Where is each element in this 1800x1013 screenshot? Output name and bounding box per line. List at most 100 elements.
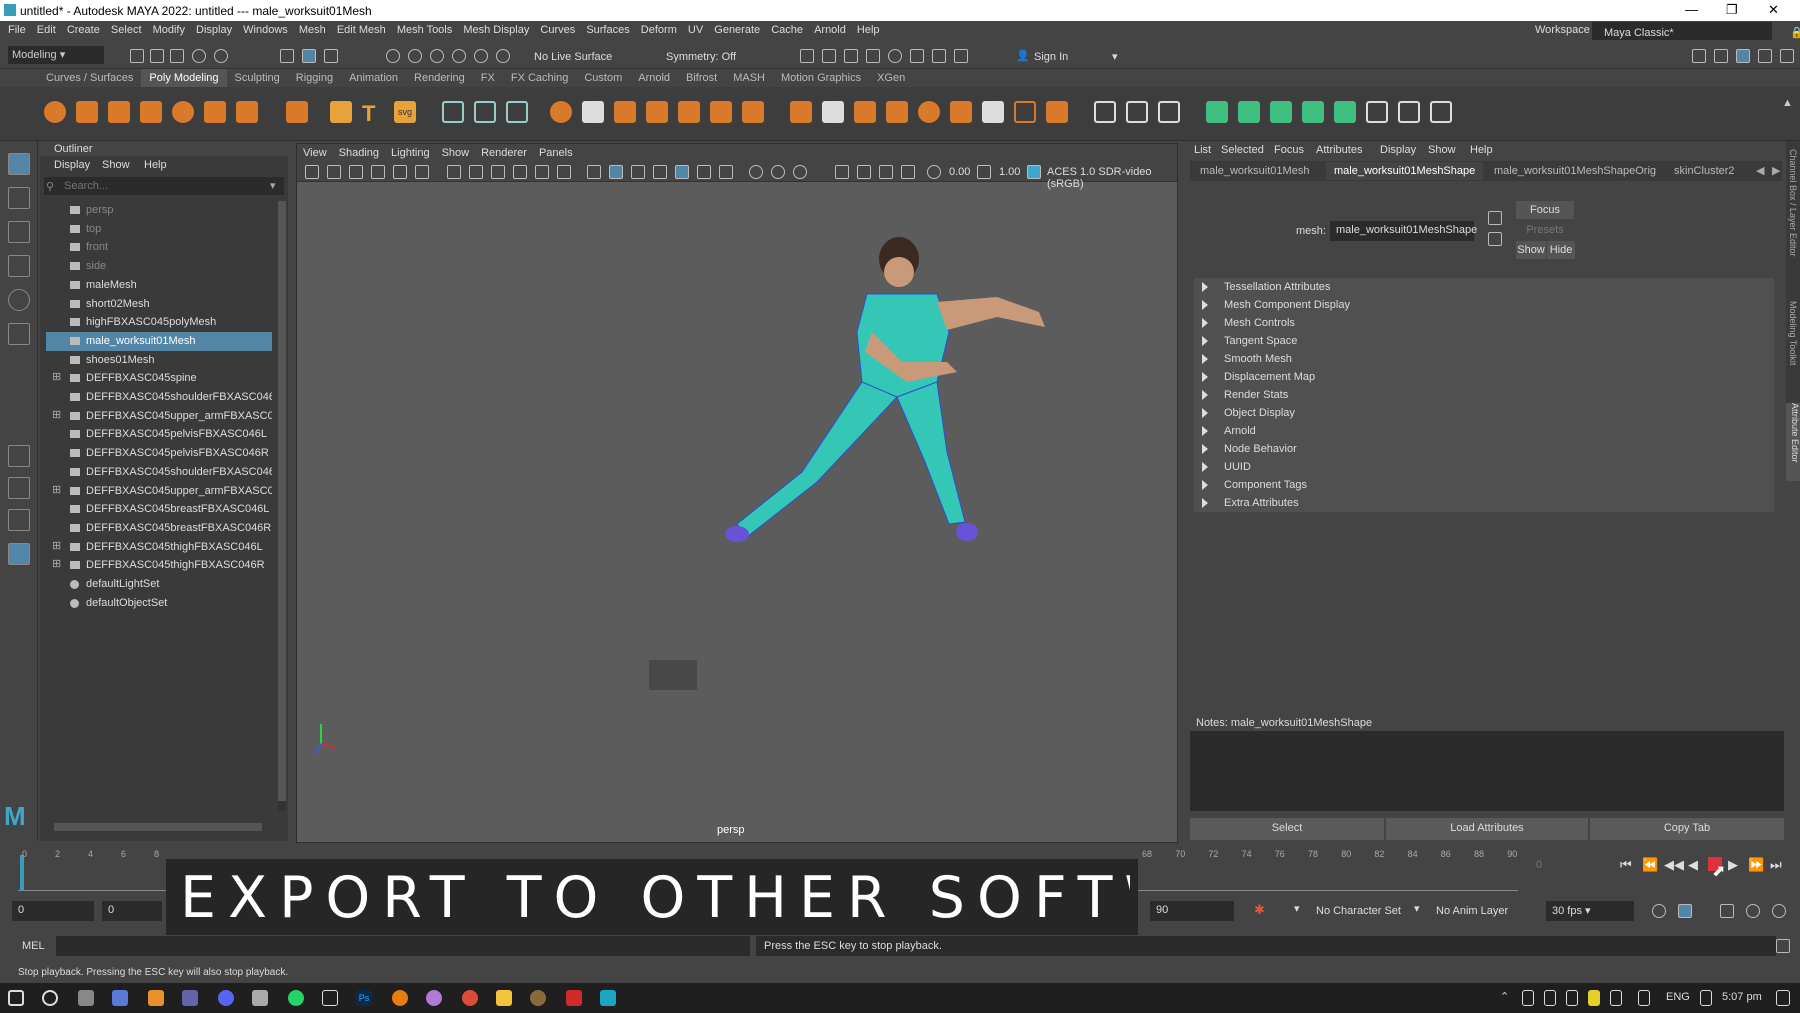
animation-prefs-icon[interactable] bbox=[1746, 904, 1760, 918]
anim-layer-dropdown-icon[interactable]: ▾ bbox=[1414, 902, 1420, 915]
outliner-item[interactable]: ⊞ DEFFBXASC045upper_armFBXASC046L bbox=[46, 407, 272, 426]
sculpting-tools-icon[interactable] bbox=[1714, 49, 1728, 63]
color-management-icon[interactable] bbox=[1027, 165, 1041, 179]
side-tab-channel-box[interactable]: Channel Box / Layer Editor bbox=[1788, 149, 1798, 257]
tab-scroll-right-icon[interactable]: ▶ bbox=[1772, 164, 1780, 177]
quad-draw-icon[interactable] bbox=[474, 101, 496, 123]
shelf-scroll-icon[interactable]: ▲ bbox=[1782, 97, 1793, 109]
poly-cube-icon[interactable] bbox=[76, 101, 98, 123]
outliner-item[interactable]: male_worksuit01Mesh bbox=[46, 331, 272, 351]
render-sequence-icon[interactable] bbox=[822, 49, 836, 63]
menu-generate[interactable]: Generate bbox=[706, 21, 760, 36]
modeling-toolkit-icon[interactable] bbox=[1692, 49, 1706, 63]
xray-joints-icon[interactable] bbox=[879, 165, 893, 179]
workspace-dropdown[interactable]: Maya Classic* bbox=[1592, 22, 1772, 40]
outliner-item[interactable]: ⊞ DEFFBXASC045spine bbox=[46, 369, 272, 388]
select-hierarchy-icon[interactable] bbox=[280, 49, 294, 63]
pause-render-icon[interactable] bbox=[954, 49, 968, 63]
character-set-dropdown[interactable]: No Character Set bbox=[1316, 905, 1401, 917]
outliner-item[interactable]: ⊞ DEFFBXASC045upper_armFBXASC046R bbox=[46, 482, 272, 501]
viewport-panel[interactable]: View Shading Lighting Show Renderer Panels 0.… bbox=[296, 143, 1178, 843]
outliner-item[interactable]: top bbox=[46, 220, 272, 239]
ae-section-header[interactable]: UUID bbox=[1194, 458, 1774, 476]
tool-settings-icon[interactable] bbox=[1758, 49, 1772, 63]
outliner-item[interactable]: maleMesh bbox=[46, 276, 272, 295]
append-icon[interactable] bbox=[918, 101, 940, 123]
outliner-item[interactable]: front bbox=[46, 238, 272, 257]
go-to-start-icon[interactable]: ⏮ bbox=[1620, 857, 1632, 873]
ae-tab-mesh-shape[interactable]: male_worksuit01MeshShape bbox=[1326, 162, 1484, 180]
outliner-item[interactable]: DEFFBXASC045breastFBXASC046R bbox=[46, 519, 272, 538]
wireframe-icon[interactable] bbox=[587, 165, 601, 179]
grease-pencil-icon[interactable] bbox=[415, 165, 429, 179]
expand-icon[interactable]: ⊞ bbox=[52, 539, 61, 552]
ambient-occlusion-icon[interactable] bbox=[749, 165, 763, 179]
shelf-tab-curves-surfaces[interactable]: Curves / Surfaces bbox=[38, 69, 141, 87]
outliner-item[interactable]: persp bbox=[46, 201, 272, 220]
focus-button[interactable]: Focus bbox=[1516, 201, 1574, 219]
menu-display[interactable]: Display bbox=[188, 21, 232, 36]
poly-cylinder-icon[interactable] bbox=[108, 101, 130, 123]
ae-section-header[interactable]: Component Tags bbox=[1194, 476, 1774, 494]
camera-attributes-icon[interactable] bbox=[327, 165, 341, 179]
taskbar-app-icon[interactable] bbox=[252, 990, 268, 1006]
input-connection-icon[interactable] bbox=[1488, 211, 1502, 225]
gamma-value[interactable]: 1.00 bbox=[999, 166, 1020, 178]
step-forward-frame-icon[interactable]: ▶ bbox=[1728, 857, 1738, 873]
menu-create[interactable]: Create bbox=[59, 21, 100, 36]
go-to-end-icon[interactable]: ⏭ bbox=[1770, 857, 1782, 873]
select-object-icon[interactable] bbox=[302, 49, 316, 63]
shelf-tab-arnold[interactable]: Arnold bbox=[630, 69, 678, 87]
undo-icon[interactable] bbox=[192, 49, 206, 63]
channel-box-toggle-icon[interactable] bbox=[1780, 49, 1794, 63]
outliner-item[interactable]: DEFFBXASC045shoulderFBXASC046R bbox=[46, 463, 272, 482]
expand-icon[interactable]: ⊞ bbox=[52, 557, 61, 570]
attribute-editor-toggle-icon[interactable] bbox=[1736, 49, 1750, 63]
poly-disc-icon[interactable] bbox=[236, 101, 258, 123]
auto-map-icon[interactable] bbox=[1334, 101, 1356, 123]
ipr-render-icon[interactable] bbox=[844, 49, 858, 63]
expand-icon[interactable]: ⊞ bbox=[52, 370, 61, 383]
super-shape-icon[interactable] bbox=[330, 101, 352, 123]
menu-edit-mesh[interactable]: Edit Mesh bbox=[329, 21, 386, 36]
platonic-solid-icon[interactable] bbox=[286, 101, 308, 123]
microphone-icon[interactable] bbox=[1544, 990, 1556, 1006]
wedge-icon[interactable] bbox=[982, 101, 1004, 123]
ae-section-header[interactable]: Render Stats bbox=[1194, 386, 1774, 404]
shelf-tab-animation[interactable]: Animation bbox=[341, 69, 406, 87]
textured-icon[interactable] bbox=[653, 165, 667, 179]
ae-tab-transform[interactable]: male_worksuit01Mesh bbox=[1194, 164, 1315, 178]
uv-editor-icon[interactable] bbox=[1206, 101, 1228, 123]
gamma-icon[interactable] bbox=[977, 165, 991, 179]
fps-dropdown[interactable]: 30 fps ▾ bbox=[1546, 901, 1634, 921]
tray-chevron-icon[interactable]: ⌃ bbox=[1500, 990, 1509, 1003]
poke-icon[interactable] bbox=[1014, 101, 1036, 123]
shadows-icon[interactable] bbox=[719, 165, 733, 179]
expand-icon[interactable]: ⊞ bbox=[52, 408, 61, 421]
mesh-name-field[interactable]: male_worksuit01MeshShape bbox=[1330, 221, 1477, 241]
sound-icon[interactable] bbox=[1720, 904, 1734, 918]
menu-arnold[interactable]: Arnold bbox=[806, 21, 846, 36]
outliner-search-input[interactable] bbox=[64, 178, 264, 194]
poly-sphere-icon[interactable] bbox=[44, 101, 66, 123]
menu-cache[interactable]: Cache bbox=[763, 21, 803, 36]
ae-section-header[interactable]: Object Display bbox=[1194, 404, 1774, 422]
snap-view-icon[interactable] bbox=[452, 49, 466, 63]
retopologize-icon[interactable] bbox=[742, 101, 764, 123]
side-tab-attribute-editor[interactable]: Attribute Editor bbox=[1786, 403, 1800, 481]
taskbar-blender-icon[interactable] bbox=[392, 990, 408, 1006]
outliner-item[interactable]: highFBXASC045polyMesh bbox=[46, 313, 272, 332]
render-view-icon[interactable] bbox=[910, 49, 924, 63]
outliner-item[interactable]: shoes01Mesh bbox=[46, 351, 272, 370]
output-connection-icon[interactable] bbox=[1488, 232, 1502, 246]
render-frame-icon[interactable] bbox=[800, 49, 814, 63]
shelf-tab-fx[interactable]: FX bbox=[473, 69, 503, 87]
close-icon[interactable]: ✕ bbox=[1768, 2, 1779, 18]
smooth-icon[interactable] bbox=[646, 101, 668, 123]
taskbar-photoshop-icon[interactable]: Ps bbox=[356, 990, 372, 1006]
taskbar-photos-icon[interactable] bbox=[322, 990, 338, 1006]
xray-components-icon[interactable] bbox=[901, 165, 915, 179]
lock-icon[interactable]: 🔒 bbox=[1782, 23, 1800, 39]
outliner-item[interactable]: side bbox=[46, 257, 272, 276]
taskbar-acrobat-icon[interactable] bbox=[566, 990, 582, 1006]
